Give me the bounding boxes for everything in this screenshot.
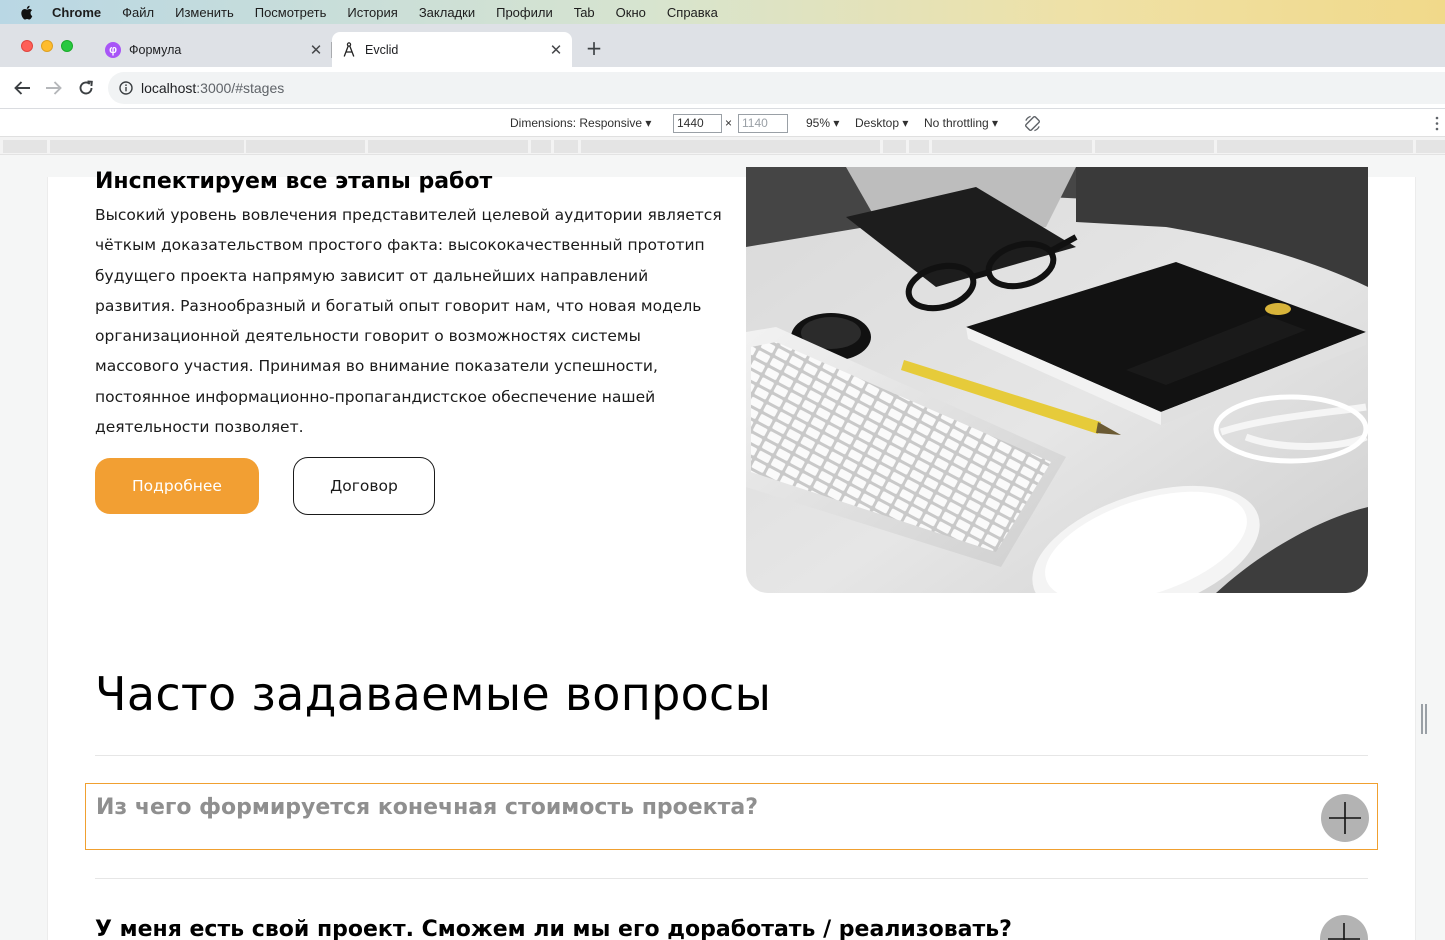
url-path: :3000/#stages — [196, 80, 285, 96]
menu-app-name[interactable]: Chrome — [52, 5, 101, 20]
url-text: localhost:3000/#stages — [141, 80, 284, 96]
menu-help[interactable]: Справка — [667, 5, 718, 20]
throttling-dropdown[interactable]: No throttling ▾ — [924, 116, 998, 130]
formula-favicon-icon: φ — [105, 41, 121, 58]
menu-window[interactable]: Окно — [616, 5, 646, 20]
tab-title: Evclid — [365, 42, 399, 57]
menu-view[interactable]: Посмотреть — [255, 5, 327, 20]
contract-button[interactable]: Договор — [293, 457, 435, 515]
new-tab-plus-icon[interactable]: + — [584, 36, 604, 60]
browser-tab-strip: φ Формула ✕ Evclid ✕ + — [0, 24, 1445, 67]
throttling-value: No throttling — [924, 116, 989, 130]
tab-evclid[interactable]: Evclid ✕ — [332, 32, 572, 67]
menu-edit[interactable]: Изменить — [175, 5, 234, 20]
more-options-icon[interactable] — [1434, 115, 1440, 132]
rotate-icon[interactable] — [1023, 114, 1042, 133]
zoom-dropdown[interactable]: 95% ▾ — [806, 116, 839, 130]
desk-photo — [746, 167, 1368, 593]
web-page: Инспектируем все этапы работ Высокий уро… — [47, 167, 1416, 940]
stages-title: Инспектируем все этапы работ — [95, 169, 493, 194]
tab-formula[interactable]: φ Формула ✕ — [96, 32, 332, 67]
ruler-segment[interactable] — [909, 140, 929, 153]
macos-menu-bar: Chrome Файл Изменить Посмотреть История … — [0, 0, 1445, 24]
plus-icon[interactable] — [1321, 794, 1369, 842]
dimensions-dropdown[interactable]: Dimensions: Responsive ▾ — [510, 116, 651, 130]
ruler-segment[interactable] — [1217, 140, 1413, 153]
faq-question[interactable]: У меня есть свой проект. Сможем ли мы ег… — [95, 917, 1012, 940]
device-type-value: Desktop — [855, 116, 900, 130]
menu-file[interactable]: Файл — [122, 5, 154, 20]
faq-item[interactable]: Из чего формируется конечная стоимость п… — [85, 783, 1378, 850]
back-arrow-icon[interactable] — [10, 76, 34, 100]
site-info-icon[interactable] — [119, 81, 133, 95]
ruler-segment[interactable] — [50, 140, 244, 153]
ruler-segment[interactable] — [246, 140, 365, 153]
menu-profiles[interactable]: Профили — [496, 5, 553, 20]
browser-toolbar: localhost:3000/#stages — [0, 67, 1445, 109]
url-host: localhost — [141, 80, 197, 96]
forward-arrow-icon[interactable] — [42, 76, 66, 100]
zoom-value: 95% — [806, 116, 831, 130]
dimensions-label: Dimensions: Responsive — [510, 116, 643, 130]
faq-item[interactable]: У меня есть свой проект. Сможем ли мы ег… — [85, 907, 1378, 940]
close-tab-icon[interactable]: ✕ — [308, 42, 324, 59]
ruler-segment[interactable] — [554, 140, 578, 153]
ruler-segment[interactable] — [932, 140, 1092, 153]
ruler-segment[interactable] — [3, 140, 47, 153]
tab-title: Формула — [129, 42, 182, 57]
height-input[interactable]: 1140 — [738, 114, 788, 133]
times-symbol: × — [725, 116, 733, 130]
emulated-viewport: Инспектируем все этапы работ Высокий уро… — [0, 155, 1445, 940]
media-query-ruler — [0, 137, 1445, 155]
window-minimize-button[interactable] — [41, 40, 53, 52]
faq-title: Часто задаваемые вопросы — [95, 667, 772, 721]
ruler-segment[interactable] — [1095, 140, 1214, 153]
width-input[interactable]: 1440 — [673, 114, 722, 133]
apple-logo-icon[interactable] — [20, 5, 33, 20]
reload-icon[interactable] — [74, 76, 98, 100]
viewport-resize-handle[interactable] — [1421, 704, 1427, 734]
devtools-device-toolbar: Dimensions: Responsive ▾ 1440 × 1140 95%… — [0, 110, 1445, 137]
window-close-button[interactable] — [21, 40, 33, 52]
ruler-segment[interactable] — [1416, 140, 1445, 153]
address-bar[interactable]: localhost:3000/#stages — [108, 72, 1445, 104]
ruler-segment[interactable] — [581, 140, 880, 153]
menu-history[interactable]: История — [347, 5, 397, 20]
stages-description: Высокий уровень вовлечения представителе… — [95, 206, 722, 437]
desk-illustration — [746, 167, 1368, 593]
close-tab-icon[interactable]: ✕ — [548, 42, 564, 59]
ruler-segment[interactable] — [883, 140, 906, 153]
plus-icon[interactable] — [1320, 915, 1368, 940]
ruler-segment[interactable] — [368, 140, 528, 153]
faq-divider — [95, 755, 1368, 756]
faq-question[interactable]: Из чего формируется конечная стоимость п… — [96, 795, 758, 820]
compass-favicon-icon — [341, 41, 357, 58]
ruler-segment[interactable] — [531, 140, 551, 153]
more-button[interactable]: Подробнее — [95, 458, 259, 514]
window-zoom-button[interactable] — [61, 40, 73, 52]
menu-bookmarks[interactable]: Закладки — [419, 5, 475, 20]
faq-divider — [95, 878, 1368, 879]
menu-tab[interactable]: Tab — [574, 5, 595, 20]
device-type-dropdown[interactable]: Desktop ▾ — [855, 116, 908, 130]
